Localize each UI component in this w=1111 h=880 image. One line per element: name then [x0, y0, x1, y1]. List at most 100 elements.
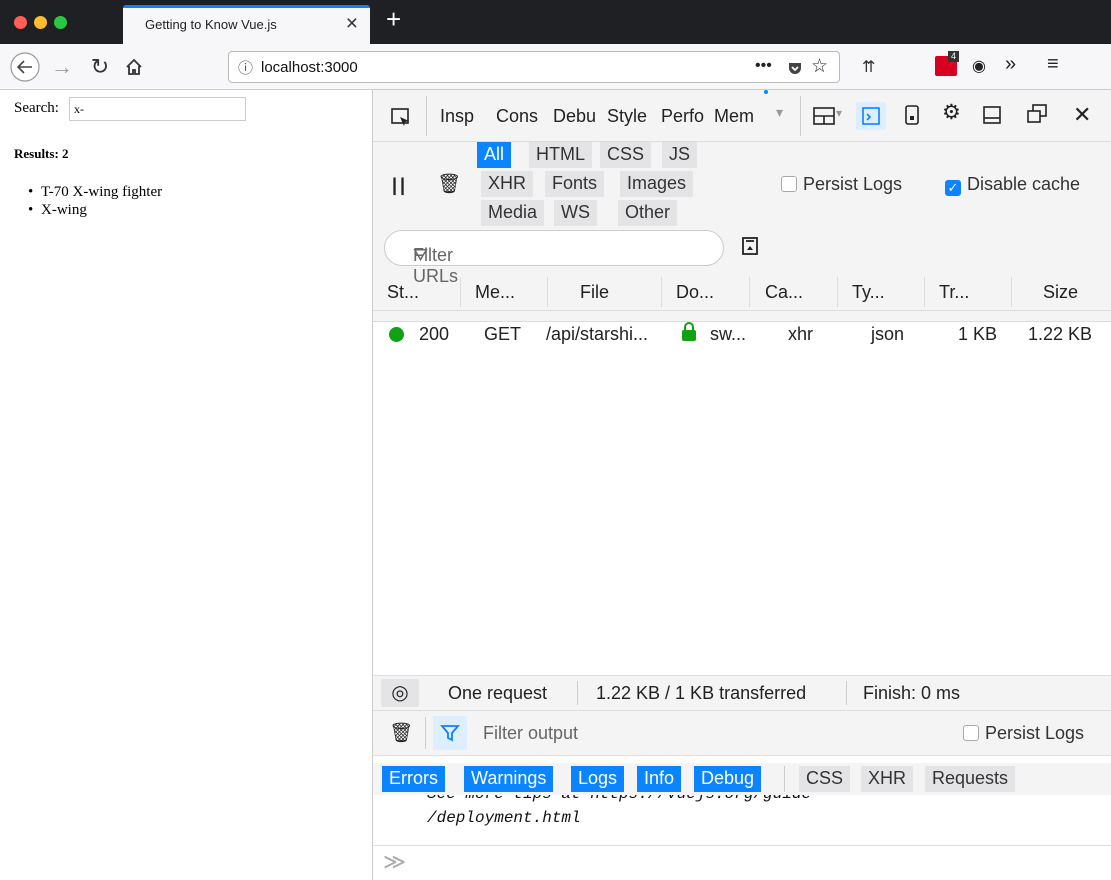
column-size[interactable]: Size	[1043, 282, 1078, 303]
home-icon[interactable]	[122, 44, 146, 90]
filter-other-chip[interactable]: Other	[618, 200, 678, 226]
filter-css-chip[interactable]: CSS	[600, 142, 652, 168]
console-persist-logs-checkbox[interactable]: Persist Logs	[963, 723, 1084, 744]
filter-html-chip[interactable]: HTML	[529, 142, 592, 168]
list-item: T-70 X-wing fighter	[28, 183, 162, 201]
tab-memory[interactable]: Mem	[714, 106, 754, 127]
filter-ws-chip[interactable]: WS	[554, 200, 597, 226]
minimize-window-button[interactable]	[34, 16, 47, 29]
filter-images-chip[interactable]: Images	[620, 171, 694, 197]
library-icon[interactable]: ⇈	[862, 57, 875, 77]
filter-debug-chip[interactable]: Debug	[694, 766, 762, 792]
dock-bottom-icon[interactable]	[982, 105, 1002, 125]
divider	[784, 766, 785, 792]
results-label: Results: 2	[14, 146, 69, 161]
column-divider	[924, 277, 925, 307]
column-type[interactable]: Ty...	[852, 282, 885, 303]
filter-requests-chip[interactable]: Requests	[925, 766, 1016, 792]
column-status[interactable]: St...	[387, 282, 419, 303]
tab-performance[interactable]: Perfo	[661, 106, 704, 127]
overflow-chevron-icon[interactable]: »	[1005, 53, 1016, 76]
search-input[interactable]	[69, 97, 246, 121]
filter-xhr-chip[interactable]: XHR	[861, 766, 914, 792]
pause-icon[interactable]: ||	[392, 175, 408, 196]
pocket-icon[interactable]	[787, 60, 803, 76]
settings-gear-icon[interactable]: ⚙	[942, 100, 961, 125]
extension-badge: 4	[948, 51, 959, 62]
element-picker-icon[interactable]	[390, 107, 412, 129]
page-actions-icon[interactable]: •••	[755, 57, 772, 75]
column-file[interactable]: File	[580, 282, 609, 303]
filter-urls-input[interactable]: ⛛ Filter URLs	[384, 230, 724, 286]
status-dot	[389, 327, 404, 342]
performance-analysis-icon[interactable]: ◎	[381, 679, 419, 707]
console-persist-logs-label: Persist Logs	[985, 723, 1085, 743]
reload-icon[interactable]: ↻	[88, 44, 112, 90]
filter-logs-chip[interactable]: Logs	[571, 766, 625, 792]
network-persist-logs-checkbox[interactable]: Persist Logs	[781, 174, 902, 195]
divider	[577, 681, 578, 705]
console-toolbar: 🗑 Filter output Persist Logs	[373, 711, 1111, 756]
tab-title: Getting to Know Vue.js	[145, 17, 277, 32]
ublock-icon[interactable]: ◉	[972, 56, 986, 76]
column-domain[interactable]: Do...	[676, 282, 714, 303]
console-clear-trash-icon[interactable]: 🗑	[389, 721, 413, 745]
console-icon	[862, 107, 880, 125]
filter-media-chip[interactable]: Media	[481, 200, 545, 226]
console-input[interactable]: ≫	[373, 845, 1111, 880]
column-cause[interactable]: Ca...	[765, 282, 803, 303]
close-window-button[interactable]	[14, 16, 27, 29]
maximize-window-button[interactable]	[54, 16, 67, 29]
separate-window-icon[interactable]	[1026, 103, 1048, 125]
lock-icon	[682, 322, 696, 341]
split-console-button[interactable]	[856, 102, 886, 130]
filter-css-chip[interactable]: CSS	[799, 766, 851, 792]
console-filter-toggle[interactable]	[433, 716, 467, 750]
request-count: One request	[448, 683, 548, 703]
filter-fonts-chip[interactable]: Fonts	[545, 171, 605, 197]
tabs-overflow-icon[interactable]: ▾	[776, 104, 783, 121]
forward-icon[interactable]: →	[50, 44, 74, 90]
prompt-chevron-icon: ≫	[383, 849, 407, 874]
back-icon	[10, 52, 40, 82]
filter-warnings-chip[interactable]: Warnings	[464, 766, 554, 792]
row-status: 200	[419, 324, 450, 344]
tab-inspector[interactable]: Insp	[440, 106, 474, 127]
disable-cache-checkbox[interactable]: ✓ Disable cache	[945, 174, 1080, 196]
tab-debugger[interactable]: Debu	[553, 106, 596, 127]
tab-console[interactable]: Cons	[496, 106, 538, 127]
funnel-icon	[440, 725, 460, 742]
row-size: 1.22 KB	[1028, 324, 1093, 344]
new-tab-icon[interactable]: +	[386, 4, 401, 35]
close-devtools-icon[interactable]: ✕	[1073, 102, 1091, 128]
search-label: Search:	[14, 100, 59, 116]
divider	[426, 96, 427, 136]
column-transferred[interactable]: Tr...	[939, 282, 969, 303]
tab-close-icon[interactable]: ×	[346, 12, 358, 36]
divider	[425, 717, 426, 749]
filter-output-input[interactable]: Filter output	[483, 723, 578, 744]
column-divider	[1011, 277, 1012, 307]
column-method[interactable]: Me...	[475, 282, 515, 303]
responsive-mode-icon[interactable]	[904, 104, 920, 126]
tab-style-editor[interactable]: Style	[607, 106, 647, 127]
url-bar[interactable]: ⓘ localhost:3000 ••• ☆	[228, 51, 840, 83]
column-divider	[837, 277, 838, 307]
filter-errors-chip[interactable]: Errors	[382, 766, 445, 792]
filter-js-chip[interactable]: JS	[662, 142, 698, 168]
split-dropdown-icon[interactable]: ▾	[836, 106, 842, 120]
split-layout-icon[interactable]	[813, 106, 835, 126]
transfer-summary: 1.22 KB / 1 KB transferred	[596, 683, 807, 703]
browser-tab[interactable]: Getting to Know Vue.js ×	[123, 5, 370, 44]
filter-all-chip[interactable]: All	[477, 142, 512, 168]
filter-info-chip[interactable]: Info	[637, 766, 682, 792]
clear-trash-icon[interactable]: 🗑	[437, 172, 461, 196]
bookmark-star-icon[interactable]: ☆	[811, 55, 828, 78]
site-info-icon[interactable]: ⓘ	[238, 57, 253, 78]
back-button[interactable]	[8, 44, 42, 90]
har-export-icon[interactable]	[741, 236, 759, 256]
console-message-line: See more tips at https://vuejs.org/guide	[427, 795, 811, 803]
hamburger-menu-icon[interactable]: ≡	[1047, 53, 1059, 76]
filter-xhr-chip[interactable]: XHR	[481, 171, 534, 197]
finish-time: Finish: 0 ms	[863, 683, 961, 703]
